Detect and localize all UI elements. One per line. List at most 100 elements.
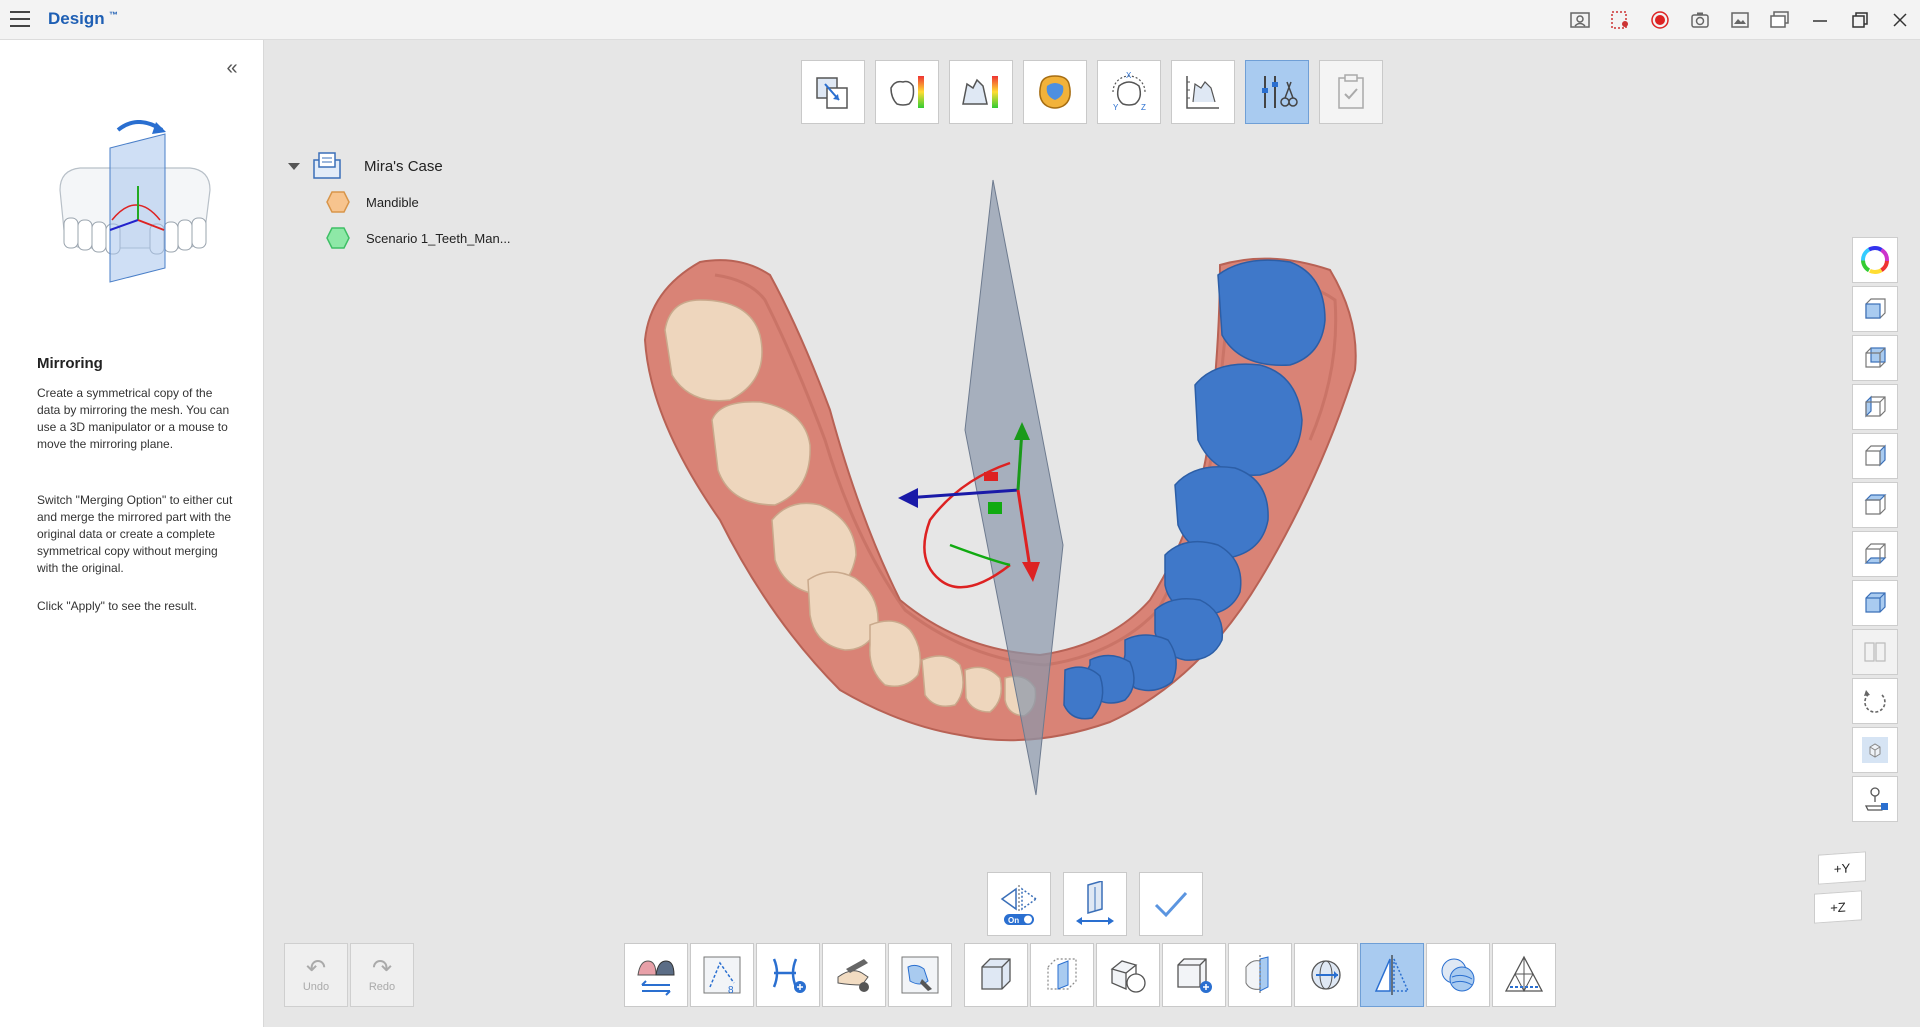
axis-z-label[interactable]: +Z [1814, 890, 1862, 924]
section-view-button[interactable] [1030, 943, 1094, 1007]
merge-option-icon: On [1000, 885, 1038, 925]
triangle-mesh-button[interactable] [1492, 943, 1556, 1007]
plane-cut-icon [1245, 955, 1269, 995]
distance-map-button[interactable] [949, 60, 1013, 124]
split-view-button[interactable] [1852, 629, 1898, 675]
color-wheel-button[interactable] [1852, 237, 1898, 283]
mirroring-icon [1374, 955, 1410, 995]
tree-item-mandible[interactable]: Mandible [288, 184, 511, 220]
arch-swap-icon [637, 960, 675, 996]
restore-icon[interactable] [1840, 0, 1880, 40]
edit-tools-button[interactable] [1245, 60, 1309, 124]
add-cube-button[interactable] [1162, 943, 1226, 1007]
mesh-combine-icon [1110, 960, 1146, 993]
svg-text:X: X [1126, 71, 1132, 80]
reset-view-icon [1864, 690, 1886, 713]
cube-view-button[interactable] [964, 943, 1028, 1007]
plane-cut-button[interactable] [1228, 943, 1292, 1007]
view-bottom-icon [1864, 543, 1887, 564]
view-left-icon [1865, 395, 1886, 418]
arch-swap-button[interactable] [624, 943, 688, 1007]
view-front-button[interactable] [1852, 286, 1898, 332]
view-toolbar [1852, 237, 1898, 822]
svg-text:Y: Y [1113, 103, 1119, 112]
camera-icon[interactable] [1680, 0, 1720, 40]
tree-item-label: Scenario 1_Teeth_Man... [366, 230, 511, 246]
scanner-icon [1864, 787, 1888, 811]
smooth-sphere-icon [1441, 958, 1475, 992]
panel-title: Mirroring [37, 355, 103, 372]
flip-plane-button[interactable] [1063, 872, 1127, 936]
image-capture-icon[interactable] [1720, 0, 1760, 40]
view-top-button[interactable] [1852, 482, 1898, 528]
crown-thickness-button[interactable] [875, 60, 939, 124]
gallery-icon[interactable] [1760, 0, 1800, 40]
mirroring-illustration [59, 120, 211, 283]
reset-view-button[interactable] [1852, 678, 1898, 724]
description-paragraph-2: Switch "Merging Option" to either cut an… [37, 493, 233, 575]
apply-check-icon [1154, 891, 1188, 918]
expand-arrow-icon[interactable] [288, 162, 300, 170]
flip-plane-icon [1076, 881, 1114, 925]
redo-button[interactable]: ↷ Redo [350, 943, 414, 1007]
record-icon[interactable] [1640, 0, 1680, 40]
redo-icon: ↷ [371, 955, 393, 982]
mirroring-button[interactable] [1360, 943, 1424, 1007]
split-sphere-button[interactable] [1294, 943, 1358, 1007]
case-name: Mira's Case [364, 157, 443, 175]
smooth-sphere-button[interactable] [1426, 943, 1490, 1007]
add-model-button[interactable] [756, 943, 820, 1007]
case-node[interactable]: Mira's Case [288, 148, 511, 184]
history-toolbar: ↶ Undo ↷ Redo [284, 943, 414, 1007]
orientation-button[interactable]: X Y Z [1097, 60, 1161, 124]
collapse-panel-icon[interactable]: « [222, 58, 242, 78]
title-bar: Design ™ [0, 0, 1920, 40]
view-back-icon [1865, 347, 1886, 368]
axis-y-label[interactable]: +Y [1818, 851, 1866, 885]
menu-icon[interactable] [10, 11, 30, 29]
measure-button[interactable] [1171, 60, 1235, 124]
view-right-icon [1865, 444, 1886, 467]
merge-toggle-label: On [1008, 916, 1019, 925]
tree-item-label: Mandible [366, 194, 419, 210]
view-left-button[interactable] [1852, 384, 1898, 430]
solid-view-button[interactable] [1852, 727, 1898, 773]
redo-label: Redo [368, 981, 396, 993]
scanner-button[interactable] [1852, 776, 1898, 822]
mesh-combine-button[interactable] [1096, 943, 1160, 1007]
section-view-icon [1047, 958, 1077, 990]
crown-thickness-icon [890, 76, 924, 108]
view-back-button[interactable] [1852, 335, 1898, 381]
sculpt-icon [837, 959, 869, 992]
fill-button[interactable] [888, 943, 952, 1007]
add-cube-icon [1177, 958, 1212, 993]
bottom-toolbar: 8 [624, 943, 1556, 1007]
view-right-button[interactable] [1852, 433, 1898, 479]
screen-record-area-icon[interactable] [1600, 0, 1640, 40]
mirror-options-toolbar: On [987, 872, 1203, 936]
occlusion-button[interactable] [1023, 60, 1087, 124]
view-front-icon [1865, 298, 1886, 319]
minimize-icon[interactable] [1800, 0, 1840, 40]
align-button[interactable] [801, 60, 865, 124]
close-icon[interactable] [1880, 0, 1920, 40]
view-top-icon [1864, 494, 1887, 515]
view-iso-button[interactable] [1852, 580, 1898, 626]
undo-label: Undo [302, 981, 330, 993]
trim-icon: 8 [703, 956, 741, 996]
checklist-button[interactable] [1319, 60, 1383, 124]
cube-view-icon [981, 958, 1011, 990]
tree-item-scenario[interactable]: Scenario 1_Teeth_Man... [288, 220, 511, 256]
view-bottom-button[interactable] [1852, 531, 1898, 577]
align-icon [816, 77, 848, 109]
apply-button[interactable] [1139, 872, 1203, 936]
color-wheel-icon [1861, 246, 1889, 274]
merging-option-button[interactable]: On [987, 872, 1051, 936]
undo-button[interactable]: ↶ Undo [284, 943, 348, 1007]
help-guide-icon[interactable] [1560, 0, 1600, 40]
solid-cube-icon [1862, 737, 1888, 763]
mandible-hexagon-icon [326, 191, 350, 213]
trim-button[interactable]: 8 [690, 943, 754, 1007]
case-tree: Mira's Case Mandible Scenario 1_Teeth_Ma… [288, 148, 511, 256]
sculpt-button[interactable] [822, 943, 886, 1007]
